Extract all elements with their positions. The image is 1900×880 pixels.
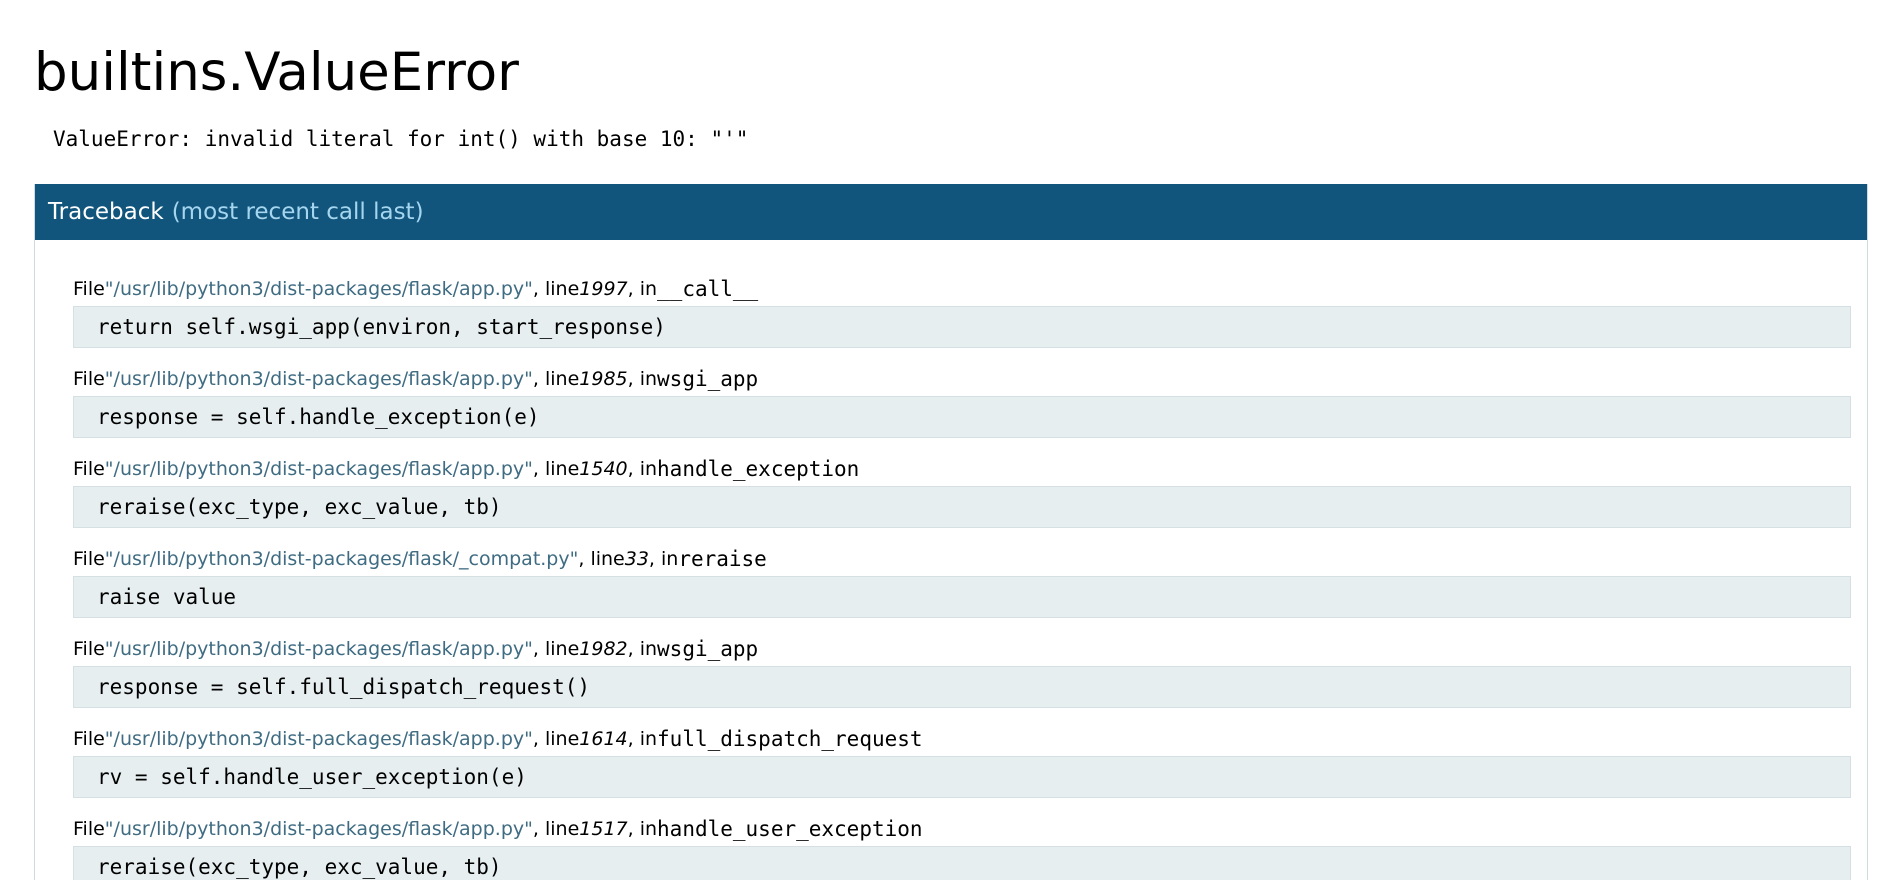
frame-function: wsgi_app <box>657 637 759 661</box>
frame-function: handle_user_exception <box>657 817 923 841</box>
file-prefix: File <box>73 638 105 660</box>
page-title: builtins.ValueError <box>34 42 519 103</box>
frame-function: full_dispatch_request <box>657 727 923 751</box>
in-prefix: , in <box>627 278 658 300</box>
file-prefix: File <box>73 368 105 390</box>
in-prefix: , in <box>627 368 658 390</box>
frame-function: handle_exception <box>657 457 860 481</box>
frame-source-line[interactable]: response = self.handle_exception(e) <box>73 396 1851 438</box>
traceback-header: Traceback (most recent call last) <box>35 184 1867 240</box>
debugger-page: builtins.ValueError ValueError: invalid … <box>0 0 1900 880</box>
frame-filename[interactable]: "/usr/lib/python3/dist-packages/flask/ap… <box>105 728 533 750</box>
traceback-subtitle: (most recent call last) <box>171 199 424 225</box>
frame-source-line[interactable]: return self.wsgi_app(environ, start_resp… <box>73 306 1851 348</box>
frame-location: File "/usr/lib/python3/dist-packages/fla… <box>73 542 1851 576</box>
in-prefix: , in <box>648 548 679 570</box>
traceback-frame: File "/usr/lib/python3/dist-packages/fla… <box>73 722 1851 812</box>
frame-location: File "/usr/lib/python3/dist-packages/fla… <box>73 362 1851 396</box>
frame-lineno: 1982 <box>579 638 628 660</box>
frame-lineno: 1614 <box>579 728 628 750</box>
frame-filename[interactable]: "/usr/lib/python3/dist-packages/flask/_c… <box>105 548 579 570</box>
in-prefix: , in <box>627 728 658 750</box>
in-prefix: , in <box>627 458 658 480</box>
in-prefix: , in <box>627 638 658 660</box>
frame-location: File "/usr/lib/python3/dist-packages/fla… <box>73 272 1851 306</box>
file-prefix: File <box>73 548 105 570</box>
traceback-frame: File "/usr/lib/python3/dist-packages/fla… <box>73 632 1851 722</box>
frame-lineno: 33 <box>624 548 649 570</box>
frame-filename[interactable]: "/usr/lib/python3/dist-packages/flask/ap… <box>105 458 533 480</box>
frame-filename[interactable]: "/usr/lib/python3/dist-packages/flask/ap… <box>105 818 533 840</box>
frame-location: File "/usr/lib/python3/dist-packages/fla… <box>73 722 1851 756</box>
file-prefix: File <box>73 728 105 750</box>
in-prefix: , in <box>627 818 658 840</box>
traceback-title: Traceback <box>48 199 164 225</box>
frame-source-line[interactable]: response = self.full_dispatch_request() <box>73 666 1851 708</box>
frame-location: File "/usr/lib/python3/dist-packages/fla… <box>73 812 1851 846</box>
line-prefix: , line <box>578 548 625 570</box>
file-prefix: File <box>73 278 105 300</box>
error-message: ValueError: invalid literal for int() wi… <box>53 127 749 151</box>
line-prefix: , line <box>532 458 580 480</box>
frame-source-line[interactable]: reraise(exc_type, exc_value, tb) <box>73 486 1851 528</box>
frame-filename[interactable]: "/usr/lib/python3/dist-packages/flask/ap… <box>105 368 533 390</box>
traceback-panel: Traceback (most recent call last) File "… <box>34 184 1868 880</box>
frame-function: __call__ <box>657 277 759 301</box>
frame-lineno: 1517 <box>579 818 628 840</box>
frame-filename[interactable]: "/usr/lib/python3/dist-packages/flask/ap… <box>105 638 533 660</box>
frame-source-line[interactable]: raise value <box>73 576 1851 618</box>
frame-lineno: 1997 <box>579 278 628 300</box>
traceback-frame: File "/usr/lib/python3/dist-packages/fla… <box>73 362 1851 452</box>
frame-function: reraise <box>678 547 767 571</box>
line-prefix: , line <box>532 638 580 660</box>
frame-source-line[interactable]: reraise(exc_type, exc_value, tb) <box>73 846 1851 880</box>
line-prefix: , line <box>532 818 580 840</box>
frame-location: File "/usr/lib/python3/dist-packages/fla… <box>73 452 1851 486</box>
traceback-frames: File "/usr/lib/python3/dist-packages/fla… <box>73 272 1851 880</box>
traceback-frame: File "/usr/lib/python3/dist-packages/fla… <box>73 452 1851 542</box>
frame-function: wsgi_app <box>657 367 759 391</box>
traceback-frame: File "/usr/lib/python3/dist-packages/fla… <box>73 272 1851 362</box>
file-prefix: File <box>73 458 105 480</box>
traceback-frame: File "/usr/lib/python3/dist-packages/fla… <box>73 542 1851 632</box>
traceback-frame: File "/usr/lib/python3/dist-packages/fla… <box>73 812 1851 880</box>
frame-source-line[interactable]: rv = self.handle_user_exception(e) <box>73 756 1851 798</box>
file-prefix: File <box>73 818 105 840</box>
frame-location: File "/usr/lib/python3/dist-packages/fla… <box>73 632 1851 666</box>
frame-lineno: 1985 <box>579 368 628 390</box>
line-prefix: , line <box>532 728 580 750</box>
frame-lineno: 1540 <box>579 458 628 480</box>
frame-filename[interactable]: "/usr/lib/python3/dist-packages/flask/ap… <box>105 278 533 300</box>
line-prefix: , line <box>532 278 580 300</box>
line-prefix: , line <box>532 368 580 390</box>
